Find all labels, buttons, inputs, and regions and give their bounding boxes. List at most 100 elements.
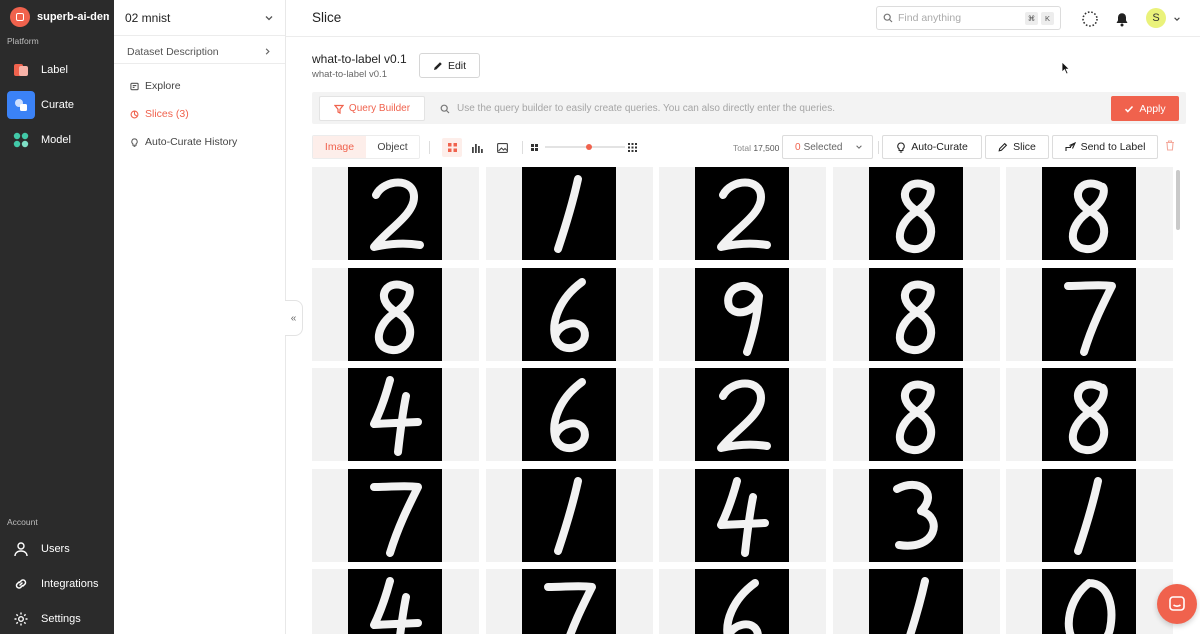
image-thumbnail[interactable] — [1006, 167, 1173, 260]
image-thumbnail[interactable] — [1006, 368, 1173, 461]
digit-stroke-icon — [1074, 476, 1102, 555]
dataset-description-toggle[interactable]: Dataset Description — [114, 40, 285, 64]
selected-count: 0 — [795, 141, 801, 153]
image-thumbnail[interactable] — [832, 468, 1000, 562]
grid-view-icon[interactable] — [442, 138, 462, 157]
search-input[interactable] — [898, 12, 1022, 24]
user-icon — [7, 535, 35, 563]
sidebar-item-users[interactable]: Users — [7, 534, 107, 564]
check-icon — [1125, 105, 1134, 113]
mnist-digit-image — [521, 569, 616, 634]
subnav-item-explore-text: Explore — [145, 80, 181, 92]
image-thumbnail[interactable] — [659, 569, 826, 634]
large-thumbnail-icon[interactable] — [625, 138, 639, 157]
image-thumbnail[interactable] — [1006, 569, 1173, 634]
image-thumbnail[interactable] — [312, 267, 479, 361]
mnist-digit-image — [695, 468, 789, 562]
image-thumbnail[interactable] — [659, 267, 826, 361]
digit-stroke-icon — [1064, 280, 1116, 356]
workspace-switcher[interactable]: superb-ai-demo — [10, 7, 114, 27]
sidebar-item-model[interactable]: Model — [7, 125, 107, 155]
view-mode-image[interactable]: Image — [313, 136, 366, 158]
subnav-item-slices[interactable]: Slices (3) — [129, 105, 279, 123]
digit-stroke-icon — [724, 281, 763, 356]
sidebar-item-integrations-text: Integrations — [41, 578, 99, 590]
selected-label: Selected — [803, 141, 843, 153]
image-thumbnail[interactable] — [485, 569, 653, 634]
digit-stroke-icon — [374, 280, 415, 354]
mnist-digit-image — [521, 167, 616, 260]
auto-curate-label: Auto-Curate — [911, 141, 968, 153]
view-mode-object[interactable]: Object — [366, 136, 419, 158]
subnav-item-auto-curate-history[interactable]: Auto-Curate History — [129, 133, 279, 151]
grid-scrollbar[interactable] — [1176, 170, 1180, 230]
global-search[interactable]: ⌘ K — [876, 6, 1061, 30]
avatar-chevron-down-icon[interactable] — [1170, 9, 1184, 29]
digit-stroke-icon — [895, 280, 935, 354]
user-avatar[interactable]: S — [1146, 8, 1166, 28]
label-icon — [7, 56, 35, 84]
trash-icon[interactable] — [1165, 140, 1175, 154]
mnist-digit-image — [868, 167, 963, 260]
total-value: 17,500 — [753, 143, 780, 153]
total-count: Total 17,500 — [733, 143, 779, 153]
image-thumbnail[interactable] — [312, 468, 479, 562]
image-thumbnail[interactable] — [832, 368, 1000, 461]
shortcut-key-cmd: ⌘ — [1025, 11, 1038, 25]
toolbar-divider-3 — [878, 141, 879, 154]
subnav-item-explore[interactable]: Explore — [129, 77, 279, 95]
image-thumbnail[interactable] — [312, 167, 479, 260]
mnist-digit-image — [1042, 368, 1136, 461]
image-thumbnail[interactable] — [832, 167, 1000, 260]
slider-knob[interactable] — [586, 144, 592, 150]
image-thumbnail[interactable] — [485, 468, 653, 562]
project-selector[interactable]: 02 mnist — [114, 0, 285, 36]
sidebar-item-label[interactable]: Label — [7, 55, 107, 85]
image-thumbnail[interactable] — [832, 569, 1000, 634]
query-input[interactable] — [457, 103, 1077, 114]
image-thumbnail[interactable] — [485, 167, 653, 260]
digit-stroke-icon — [549, 277, 589, 352]
digit-stroke-icon — [553, 476, 582, 555]
thumbnail-size-slider[interactable] — [545, 144, 625, 150]
sidebar-item-curate[interactable]: Curate — [7, 90, 107, 120]
image-thumbnail[interactable] — [659, 368, 826, 461]
collapse-subnav-button[interactable]: « — [285, 300, 303, 336]
notification-bell-icon[interactable] — [1112, 9, 1132, 29]
platform-group-label: Platform — [7, 36, 39, 46]
image-thumbnail[interactable] — [659, 167, 826, 260]
image-thumbnail[interactable] — [659, 468, 826, 562]
edit-slice-button[interactable]: Edit — [419, 53, 480, 78]
digit-stroke-icon — [895, 179, 935, 253]
chevron-right-icon — [265, 48, 270, 55]
digit-stroke-icon — [370, 376, 422, 456]
image-thumbnail[interactable] — [1006, 267, 1173, 361]
auto-curate-button[interactable]: Auto-Curate — [882, 135, 982, 159]
send-to-label-button[interactable]: Send to Label — [1052, 135, 1158, 159]
image-thumbnail[interactable] — [485, 267, 653, 361]
query-builder-button[interactable]: Query Builder — [319, 96, 425, 121]
account-group-label: Account — [7, 517, 38, 527]
image-view-icon[interactable] — [492, 138, 512, 157]
selected-dropdown[interactable]: 0 Selected — [782, 135, 873, 159]
image-thumbnail[interactable] — [312, 368, 479, 461]
chart-view-icon[interactable] — [467, 138, 487, 157]
sidebar-item-settings-text: Settings — [41, 613, 81, 625]
image-thumbnail[interactable] — [485, 368, 653, 461]
mnist-digit-image — [521, 267, 616, 361]
digit-stroke-icon — [543, 582, 596, 634]
image-thumbnail[interactable] — [1006, 468, 1173, 562]
top-header: Slice ⌘ K S — [286, 0, 1200, 37]
sidebar-item-settings[interactable]: Settings — [7, 604, 107, 634]
small-thumbnail-icon[interactable] — [527, 138, 541, 157]
digit-stroke-icon — [1068, 179, 1109, 253]
image-thumbnail[interactable] — [832, 267, 1000, 361]
image-thumbnail[interactable] — [312, 569, 479, 634]
apply-query-button[interactable]: Apply — [1111, 96, 1179, 121]
chat-support-button[interactable] — [1157, 584, 1197, 624]
slice-button[interactable]: Slice — [985, 135, 1049, 159]
loading-spinner-icon[interactable] — [1080, 9, 1100, 29]
dataset-description-label: Dataset Description — [127, 45, 219, 58]
sidebar-item-integrations[interactable]: Integrations — [7, 569, 107, 599]
slices-icon — [129, 109, 139, 119]
